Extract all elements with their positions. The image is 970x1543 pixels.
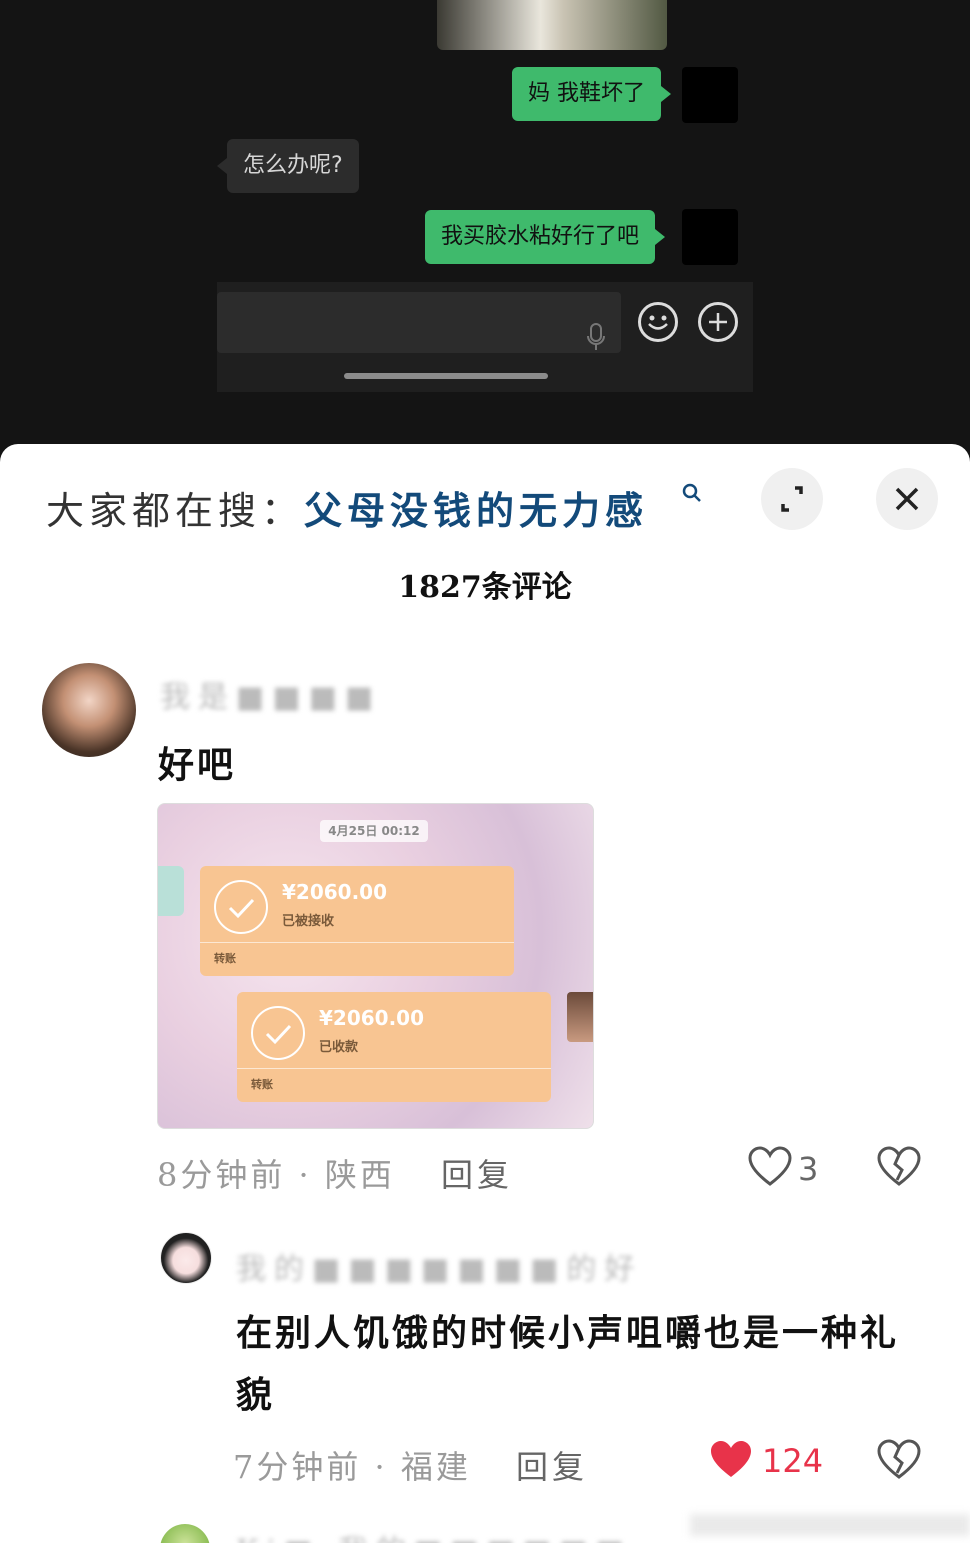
transfer-status: 已被接收 — [282, 914, 335, 929]
microphone-icon[interactable] — [585, 322, 607, 352]
avatar — [158, 866, 184, 916]
chat-bubble-received: 怎么办呢? — [217, 139, 359, 193]
transfer-amount: ¥2060.00 — [282, 880, 388, 904]
avatar[interactable] — [42, 663, 136, 757]
trending-search-prefix: 大家都在搜： — [46, 489, 305, 533]
transfer-card: ¥2060.00 已被接收 转账 — [200, 866, 514, 976]
comment-image[interactable]: 4月25日 00:12 ¥2060.00 已被接收 转账 ¥2060.00 已收… — [157, 803, 594, 1129]
trending-search-term[interactable]: 父母没钱的无力感 — [304, 488, 648, 533]
comment-time-location: 7分钟前 · 福建 — [233, 1448, 471, 1486]
close-button[interactable] — [876, 468, 938, 530]
transfer-card: ¥2060.00 已收款 转账 — [237, 992, 551, 1102]
like-count: 124 — [762, 1442, 824, 1480]
avatar — [682, 209, 738, 265]
comment-time-location: 8分钟前 · 陕西 — [157, 1156, 395, 1194]
like-count: 3 — [798, 1150, 819, 1188]
chat-input-bar — [217, 282, 753, 392]
chat-bubble-sent: 妈 我鞋坏了 — [512, 67, 671, 121]
trending-search[interactable]: 大家都在搜：父母没钱的无力感 — [46, 480, 648, 535]
chat-bubble-sent: 我买胶水粘好行了吧 — [425, 210, 666, 264]
heart-filled-icon[interactable] — [709, 1439, 753, 1481]
comment-author[interactable]: Ki■ 我的■■■■■■ — [236, 1526, 632, 1543]
plus-circle-icon[interactable] — [698, 302, 738, 342]
avatar — [567, 992, 593, 1042]
transfer-status: 已收款 — [319, 1040, 359, 1055]
message-input[interactable] — [217, 292, 621, 353]
avatar[interactable] — [160, 1232, 212, 1284]
close-icon — [895, 487, 919, 511]
smile-icon[interactable] — [638, 302, 678, 342]
check-icon — [251, 1006, 305, 1060]
chat-image-message — [437, 0, 667, 50]
comments-sheet: 大家都在搜：父母没钱的无力感 1827条评论 我是■■■■ 好吧 4月25日 0… — [0, 444, 970, 1543]
transfer-label: 转账 — [251, 1078, 273, 1091]
watermark — [690, 1514, 970, 1536]
comment-text: 好吧 — [158, 744, 237, 786]
comment-count: 1827条评论 — [398, 570, 572, 605]
reply-button[interactable]: 回复 — [516, 1442, 588, 1488]
comment-text: 在别人饥饿的时候小声咀嚼也是一种礼貌 — [236, 1312, 900, 1416]
search-icon[interactable] — [680, 481, 704, 505]
home-indicator — [344, 373, 548, 379]
reply-button[interactable]: 回复 — [441, 1150, 513, 1196]
transfer-amount: ¥2060.00 — [319, 1006, 425, 1030]
avatar[interactable] — [160, 1524, 210, 1543]
broken-heart-icon[interactable] — [877, 1146, 921, 1188]
comment-author[interactable]: 我是■■■■ — [160, 672, 381, 716]
check-icon — [214, 880, 268, 934]
broken-heart-icon[interactable] — [877, 1439, 921, 1481]
chat-screenshot: 妈 我鞋坏了 怎么办呢? 我买胶水粘好行了吧 — [0, 0, 970, 445]
heart-icon[interactable] — [748, 1146, 792, 1188]
comment-author[interactable]: 我的■■■■■■■的好 — [236, 1244, 642, 1288]
expand-button[interactable] — [761, 468, 823, 530]
avatar — [682, 67, 738, 123]
transfer-label: 转账 — [214, 952, 236, 965]
expand-icon — [781, 486, 803, 512]
image-timestamp: 4月25日 00:12 — [320, 820, 428, 842]
